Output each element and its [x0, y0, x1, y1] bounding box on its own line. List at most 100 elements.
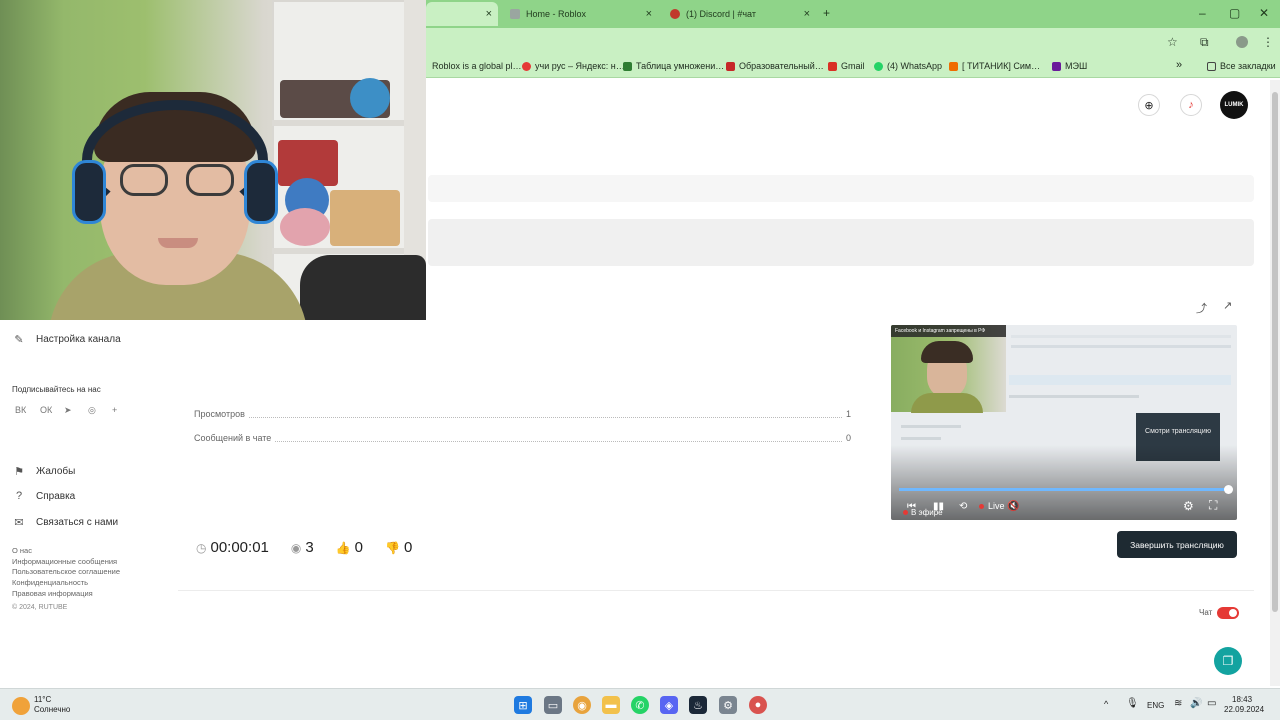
sidebar-item-channel-settings[interactable]: ✎ Настройка канала — [12, 333, 120, 346]
sidebar-item-help[interactable]: ? Справка — [12, 490, 75, 502]
chrome-icon[interactable]: ◉ — [573, 696, 591, 714]
upload-icon[interactable]: ⊕ — [1138, 94, 1160, 116]
glasses-right — [186, 164, 234, 196]
weather-icon[interactable] — [12, 697, 30, 715]
page-scrollbar[interactable] — [1270, 80, 1280, 686]
folder-icon — [1207, 61, 1216, 71]
mute-icon[interactable]: 🔇 — [1007, 501, 1019, 512]
whatsapp-icon — [874, 61, 883, 71]
live-dot-icon — [979, 503, 984, 509]
table-icon — [623, 61, 632, 71]
stream-preview-player[interactable]: Facebook и Instagram запрещены в РФ Смот… — [891, 325, 1237, 520]
tab-close-icon[interactable]: × — [486, 8, 492, 20]
whatsapp-icon[interactable]: ✆ — [631, 696, 649, 714]
share-icon[interactable]: ⤴ — [1196, 300, 1207, 316]
tab-close-icon[interactable]: × — [804, 8, 810, 20]
tab-roblox[interactable]: Home - Roblox × — [502, 2, 658, 26]
preview-content-strip — [901, 437, 941, 440]
microphone-icon[interactable]: 🎙 — [1126, 698, 1139, 709]
task-view-icon[interactable]: ▭ — [544, 696, 562, 714]
progress-knob[interactable] — [1224, 485, 1233, 494]
sidebar-item-contact[interactable]: ✉ Связаться с нами — [12, 516, 118, 529]
scrollbar-thumb[interactable] — [1272, 92, 1278, 612]
menu-icon[interactable]: ⋮ — [1262, 35, 1274, 49]
language-indicator[interactable]: ENG — [1147, 701, 1164, 710]
headphones — [82, 100, 268, 220]
live-indicator[interactable]: Live — [979, 501, 1005, 511]
file-explorer-icon[interactable]: ▬ — [602, 696, 620, 714]
bell-icon[interactable]: ♪ — [1180, 94, 1202, 116]
footer-link-info[interactable]: Информационные сообщения — [12, 557, 117, 566]
fullscreen-icon[interactable]: ⛶ — [1209, 498, 1217, 513]
support-chat-button[interactable]: ❐ — [1214, 647, 1242, 675]
tab-label: (1) Discord | #чат — [686, 9, 756, 19]
footer-link-legal[interactable]: Правовая информация — [12, 589, 93, 598]
mesh-icon — [1052, 61, 1061, 71]
tab-active[interactable]: × — [426, 2, 498, 26]
plus-icon[interactable]: + — [112, 405, 117, 415]
all-bookmarks-button[interactable]: Все закладки — [1207, 61, 1276, 71]
chat-messages-label: Сообщений в чате — [194, 433, 272, 443]
steam-icon[interactable]: ♨ — [689, 696, 707, 714]
footer-link-about[interactable]: О нас — [12, 546, 32, 555]
viber-icon[interactable]: ◎ — [88, 405, 96, 416]
rewind-icon[interactable]: ⟲ — [959, 501, 967, 512]
views-label: Просмотров — [194, 409, 245, 419]
footer-link-privacy[interactable]: Конфиденциальность — [12, 578, 88, 587]
extensions-icon[interactable]: ⧉ — [1200, 35, 1209, 50]
bookmark-multiplication[interactable]: Таблица умножени… — [623, 61, 724, 71]
discord-icon[interactable]: ◈ — [660, 696, 678, 714]
bookmark-whatsapp[interactable]: (4) WhatsApp — [874, 61, 942, 71]
viewers-icon: ◉ — [290, 540, 302, 555]
end-stream-button[interactable]: Завершить трансляцию — [1117, 531, 1237, 558]
toggle-knob — [1229, 609, 1237, 617]
settings-gear-icon[interactable]: ⚙ — [1183, 499, 1194, 513]
clock-time[interactable]: 18:43 — [1232, 695, 1252, 704]
external-link-icon[interactable]: ↗ — [1223, 299, 1232, 312]
volume-icon[interactable]: 🔊 — [1190, 698, 1202, 709]
bookmark-yandex[interactable]: учи рус – Яндекс: н… — [522, 61, 625, 71]
plush-toys — [330, 190, 400, 246]
views-stat: Просмотров 1 — [194, 408, 851, 420]
bookmarks-more-button[interactable]: » — [1176, 59, 1182, 71]
bookmark-roblox[interactable]: Roblox is a global pl… — [432, 61, 522, 71]
bag — [300, 255, 426, 320]
bookmark-mesh[interactable]: МЭШ — [1052, 61, 1087, 71]
sidebar-item-complaints[interactable]: ⚑ Жалобы — [12, 465, 75, 478]
gmail-icon — [828, 61, 837, 71]
obs-icon[interactable]: ● — [749, 696, 767, 714]
profile-icon[interactable] — [1236, 36, 1248, 48]
chat-toggle[interactable] — [1217, 607, 1239, 619]
start-icon[interactable]: ⊞ — [514, 696, 532, 714]
preview-browser-strip — [1011, 345, 1231, 348]
player-progress-bar[interactable] — [899, 485, 1233, 494]
viewers-value: 3 — [305, 539, 314, 556]
tab-discord[interactable]: (1) Discord | #чат × — [662, 2, 816, 26]
weather-temp[interactable]: 11°C — [34, 695, 51, 704]
windows-taskbar: 11°C Солнечно ⊞ ▭ ◉ ▬ ✆ ◈ ♨ ⚙ ● ^ 🎙 ENG … — [0, 688, 1280, 720]
chat-toggle-label: Чат — [1199, 608, 1213, 617]
avatar[interactable]: LUMIK — [1220, 91, 1248, 119]
vk-icon[interactable]: ВК — [15, 405, 26, 415]
minimize-button[interactable]: – — [1199, 6, 1206, 20]
star-icon[interactable]: ☆ — [1167, 35, 1178, 49]
tray-chevron-icon[interactable]: ^ — [1104, 699, 1108, 709]
views-value: 1 — [845, 409, 851, 419]
bookmark-titanic[interactable]: [ ТИТАНИК] Сим… — [949, 61, 1040, 71]
telegram-icon[interactable]: ➤ — [64, 405, 72, 416]
preview-shirt — [911, 393, 983, 413]
wifi-icon[interactable]: ≋ — [1174, 698, 1182, 709]
bookmark-education[interactable]: Образовательный… — [726, 61, 824, 71]
bookmark-gmail[interactable]: Gmail — [828, 61, 865, 71]
maximize-button[interactable]: ▢ — [1229, 6, 1240, 20]
close-window-button[interactable]: ✕ — [1259, 6, 1269, 20]
ok-icon[interactable]: ОК — [40, 405, 52, 415]
settings-icon[interactable]: ⚙ — [719, 696, 737, 714]
tab-close-icon[interactable]: × — [646, 8, 652, 20]
clock-date[interactable]: 22.09.2024 — [1224, 705, 1264, 714]
weather-text[interactable]: Солнечно — [34, 705, 70, 714]
footer-link-terms[interactable]: Пользовательское соглашение — [12, 567, 120, 576]
battery-icon[interactable]: ▭ — [1207, 698, 1216, 709]
new-tab-button[interactable]: + — [823, 6, 830, 20]
dislikes-value: 0 — [403, 539, 413, 556]
